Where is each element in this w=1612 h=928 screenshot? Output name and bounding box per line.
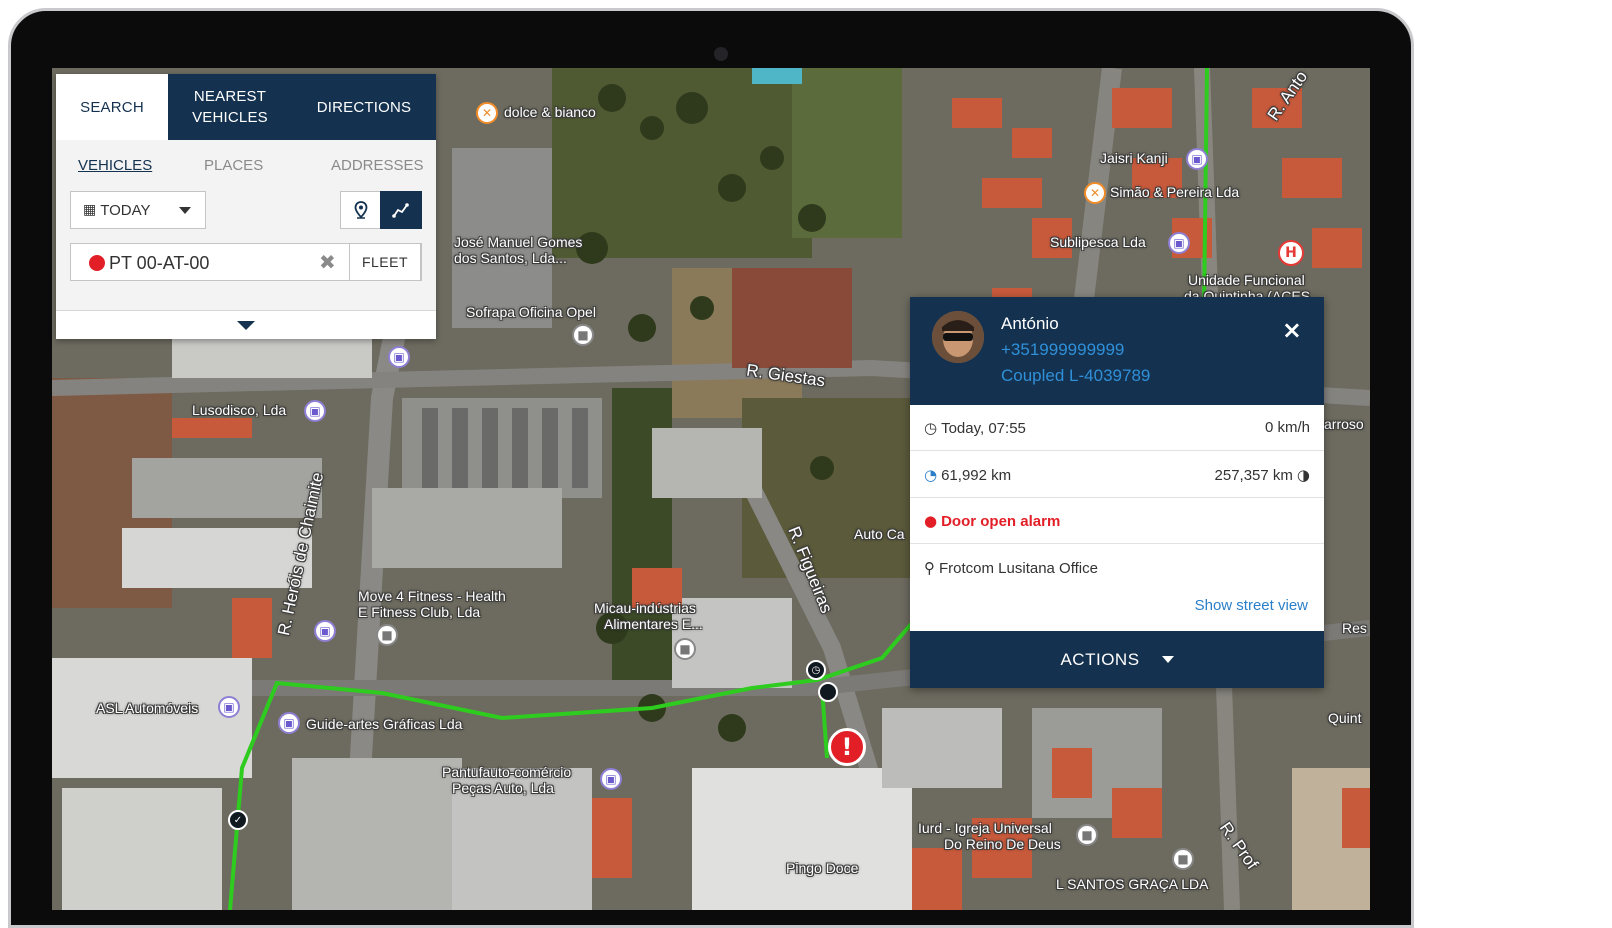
shop-icon[interactable]: ▣ [388, 346, 410, 368]
clear-icon[interactable]: ✖ [319, 250, 336, 274]
place-icon[interactable]: ■ [674, 638, 696, 660]
map-label: José Manuel Gomes [454, 234, 583, 250]
map-label: Move 4 Fitness - Health [358, 588, 506, 604]
shop-icon[interactable]: ▣ [1186, 148, 1208, 170]
map-label: Simão & Pereira Lda [1110, 184, 1240, 200]
map-label: Alimentares E... [604, 616, 703, 632]
fleet-button[interactable]: FLEET [349, 243, 421, 281]
clock-marker-icon[interactable]: ◷ [806, 660, 826, 680]
vehicle-search-field[interactable]: PT 00-AT-00 ✖ FLEET [70, 243, 422, 281]
actions-button[interactable]: ACTIONS [910, 631, 1324, 688]
map-label: arroso [1324, 416, 1364, 432]
camera-dot [714, 47, 728, 61]
location-mode-button[interactable] [340, 191, 382, 229]
odometer-row: ◔ 61,992 km 257,357 km ◑ [910, 452, 1324, 498]
map-label: E Fitness Club, Lda [358, 604, 481, 620]
alarm-marker-icon[interactable]: ! [828, 728, 866, 766]
period-dropdown[interactable]: ▦ TODAY [70, 191, 206, 229]
map-label: dos Santos, Lda... [454, 250, 567, 266]
location-name: Frotcom Lusitana Office [939, 559, 1098, 577]
vehicle-position-marker[interactable] [818, 682, 838, 702]
close-icon[interactable]: × [1282, 316, 1302, 344]
hospital-icon[interactable]: H [1278, 240, 1304, 266]
route-icon [392, 203, 409, 218]
last-update-time: Today, 07:55 [941, 419, 1026, 437]
map-label: Auto Ca [854, 526, 905, 542]
map-label: Res [1342, 620, 1367, 636]
subtab-vehicles[interactable]: VEHICLES [78, 157, 152, 174]
map-label: dolce & bianco [504, 104, 596, 120]
shop-icon[interactable]: ▣ [304, 400, 326, 422]
main-tabs: SEARCH NEAREST VEHICLES DIRECTIONS [56, 74, 436, 140]
filter-row: ▦ TODAY [70, 191, 422, 229]
alarm-row: ● Door open alarm [910, 498, 1324, 544]
place-icon[interactable]: ■ [376, 624, 398, 646]
vehicle-status-dot [89, 255, 105, 271]
speedometer-icon: ◔ [924, 466, 938, 484]
map-label: Sublipesca Lda [1050, 234, 1146, 250]
avatar [932, 311, 984, 363]
map-label: L SANTOS GRAÇA LDA [1056, 876, 1209, 892]
vehicle-plate: PT 00-AT-00 [109, 253, 210, 273]
odometer-icon: ◑ [1296, 466, 1310, 484]
time-speed-row: ◷ Today, 07:55 0 km/h [910, 405, 1324, 451]
calendar-icon: ▦ [83, 202, 97, 218]
map-label: Peças Auto, Lda [452, 780, 554, 796]
map-label: Lusodisco, Lda [192, 402, 287, 418]
map-label: Sofrapa Oficina Opel [466, 304, 596, 320]
map-label: Do Reino De Deus [944, 836, 1061, 852]
place-icon[interactable]: ■ [1172, 848, 1194, 870]
map-label: Jaisri Kanji [1100, 150, 1168, 166]
shop-icon[interactable]: ▣ [314, 620, 336, 642]
trip-odometer: 61,992 km [941, 466, 1012, 484]
driver-name: António [1001, 314, 1059, 333]
total-odometer: 257,357 km [1214, 466, 1293, 484]
map-label: Guide-artes Gráficas Lda [306, 716, 463, 732]
place-icon[interactable]: ■ [572, 324, 594, 346]
map-label: Pingo Doce [786, 860, 859, 876]
period-label: TODAY [100, 201, 151, 219]
alarm-text: Door open alarm [941, 512, 1061, 530]
shop-icon[interactable]: ▣ [278, 712, 300, 734]
shop-icon[interactable]: ▣ [218, 696, 240, 718]
chevron-down-icon [237, 321, 255, 330]
location-row: ⚲ Frotcom Lusitana Office [910, 545, 1324, 591]
actions-label: ACTIONS [1060, 649, 1140, 669]
tab-search[interactable]: SEARCH [56, 74, 168, 140]
vehicle-speed: 0 km/h [1264, 419, 1310, 436]
tab-directions[interactable]: DIRECTIONS [292, 74, 436, 140]
subtab-places[interactable]: PLACES [204, 157, 263, 174]
tab-nearest-vehicles-label: NEAREST VEHICLES [192, 88, 268, 126]
clock-icon: ◷ [924, 419, 938, 437]
map-label: Micau-indústrias [594, 600, 696, 616]
map-label: Iurd - Igreja Universal [918, 820, 1052, 836]
start-marker-icon[interactable]: ✓ [228, 810, 248, 830]
map-label: ASL Automóveis [96, 700, 199, 716]
pin-icon [354, 201, 368, 219]
driver-phone-link[interactable]: +351999999999 [1001, 340, 1124, 360]
coupled-trailer-link[interactable]: Coupled L-4039789 [1001, 366, 1150, 386]
restaurant-icon[interactable]: ✕ [1084, 182, 1106, 204]
route-mode-button[interactable] [380, 191, 422, 229]
chevron-down-icon [1161, 656, 1174, 663]
map-label: Pantufauto-comércio [442, 764, 572, 780]
restaurant-icon[interactable]: ✕ [476, 102, 498, 124]
driver-header: António +351999999999 Coupled L-4039789 … [910, 297, 1324, 405]
pin-icon: ⚲ [924, 559, 935, 577]
vehicle-info-popup: António +351999999999 Coupled L-4039789 … [910, 297, 1324, 688]
subtab-addresses[interactable]: ADDRESSES [331, 157, 424, 174]
sub-tabs: VEHICLES PLACES ADDRESSES [56, 140, 436, 188]
search-panel: SEARCH NEAREST VEHICLES DIRECTIONS VEHIC… [56, 74, 436, 339]
tab-nearest-vehicles[interactable]: NEAREST VEHICLES [168, 74, 292, 140]
panel-collapse-toggle[interactable] [56, 310, 436, 339]
alert-icon: ● [924, 512, 938, 530]
chevron-down-icon [179, 207, 191, 214]
shop-icon[interactable]: ▣ [1168, 232, 1190, 254]
street-view-link[interactable]: Show street view [1195, 597, 1308, 614]
map-label: Unidade Funcional [1188, 272, 1305, 288]
place-icon[interactable]: ■ [1076, 824, 1098, 846]
shop-icon[interactable]: ▣ [600, 768, 622, 790]
map-label: Quint [1328, 710, 1362, 726]
